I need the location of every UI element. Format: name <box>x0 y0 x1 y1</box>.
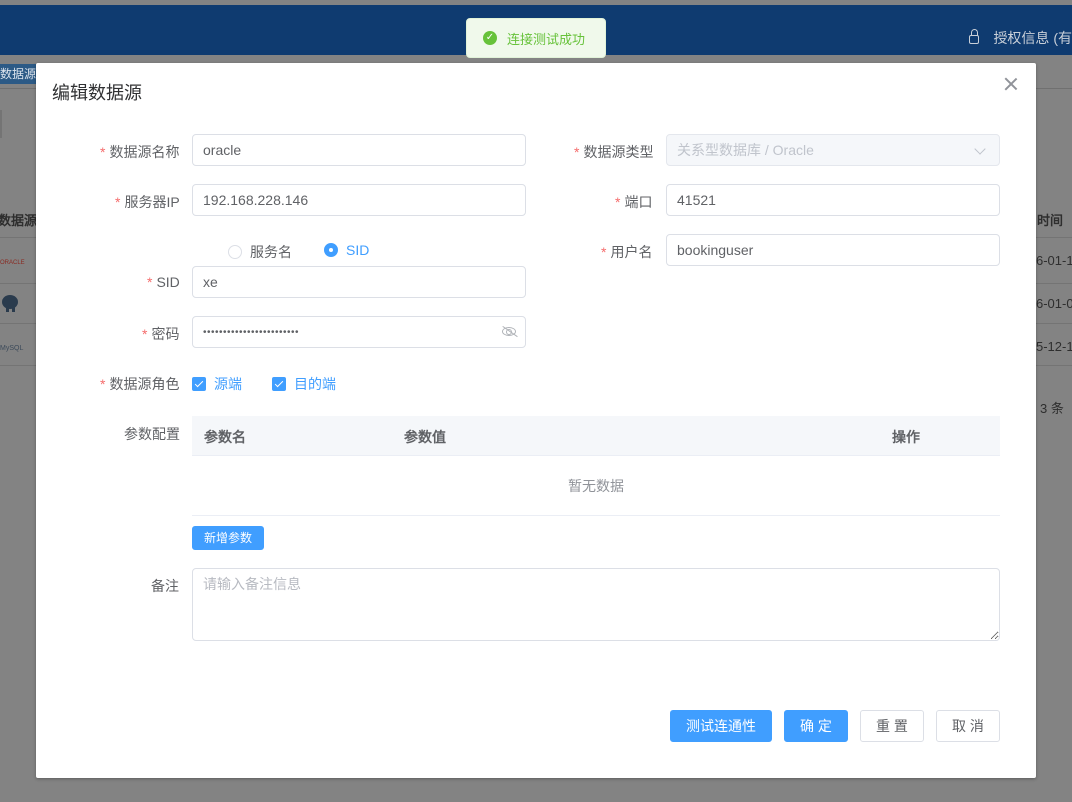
datasource-name-input[interactable] <box>192 134 526 166</box>
username-label: * 用户名 <box>601 244 653 260</box>
background-column-header-time: 时间 <box>1037 213 1064 228</box>
edit-datasource-dialog: 编辑数据源 *数据源名称 *数据源类型 *服务器IP *端口 服务名 SID *… <box>36 63 1036 778</box>
radio-circle <box>228 245 242 259</box>
oracle-logo: ORACLE <box>0 250 30 272</box>
params-table-header: 参数名 参数值 操作 <box>192 416 1000 456</box>
datasource-role-label: * 数据源角色 <box>100 376 180 392</box>
mysql-logo: MySQL <box>0 334 30 356</box>
background-column-header-datasource: 数据源 <box>0 213 38 228</box>
reset-button[interactable]: 重 置 <box>860 710 924 742</box>
tab-datasource[interactable]: 数据源 × <box>0 64 36 84</box>
params-table: 参数名 参数值 操作 暂无数据 <box>192 416 1000 516</box>
server-ip-input[interactable] <box>192 184 526 216</box>
background-row-divider <box>0 283 36 284</box>
datasource-type-label: * 数据源类型 <box>574 144 654 160</box>
svg-text:ORACLE: ORACLE <box>0 260 25 266</box>
server-ip-label: * 服务器IP <box>115 194 180 210</box>
cancel-button[interactable]: 取 消 <box>936 710 1000 742</box>
sid-label: * SID <box>147 274 180 290</box>
checkbox-checked-icon <box>192 377 206 391</box>
radio-service-name[interactable]: 服务名 <box>228 242 292 262</box>
add-param-button[interactable]: 新增参数 <box>192 526 264 550</box>
background-row-divider <box>1036 365 1072 366</box>
datasource-name-label: * 数据源名称 <box>100 144 180 160</box>
column-header-actions: 操作 <box>892 429 920 445</box>
postgresql-logo <box>0 292 30 314</box>
checkbox-checked-icon <box>272 377 286 391</box>
remark-label: 备注 <box>151 578 179 594</box>
username-input[interactable] <box>666 234 1000 266</box>
radio-circle <box>324 243 338 257</box>
success-toast: ✓ 连接测试成功 <box>466 18 606 58</box>
background-time-cell: 6-01-1 <box>1036 253 1072 268</box>
background-divider <box>0 110 2 138</box>
checkbox-source[interactable]: 源端 <box>192 374 242 394</box>
password-input[interactable] <box>192 316 526 348</box>
password-label: * 密码 <box>142 326 180 342</box>
background-row-divider <box>1036 323 1072 324</box>
eye-off-icon[interactable] <box>502 327 516 336</box>
port-input[interactable] <box>666 184 1000 216</box>
toast-message: 连接测试成功 <box>507 31 586 47</box>
background-row-divider <box>1036 237 1072 238</box>
background-table-left <box>0 88 36 802</box>
datasource-type-select <box>666 134 1000 166</box>
port-label: * 端口 <box>615 194 653 210</box>
test-connection-button[interactable]: 测试连通性 <box>670 710 772 742</box>
confirm-button[interactable]: 确 定 <box>784 710 848 742</box>
checkbox-target[interactable]: 目的端 <box>272 374 336 394</box>
background-row-divider <box>0 237 36 238</box>
column-header-param-name: 参数名 <box>204 429 246 445</box>
params-empty-text: 暂无数据 <box>192 456 1000 516</box>
dialog-title: 编辑数据源 <box>52 83 142 103</box>
params-label: 参数配置 <box>124 426 180 442</box>
background-time-cell: 5-12-1 <box>1036 339 1072 354</box>
check-circle-icon: ✓ <box>483 31 497 45</box>
background-row-divider <box>0 323 36 324</box>
sid-input[interactable] <box>192 266 526 298</box>
background-row-divider <box>0 365 36 366</box>
auth-info-link[interactable]: 授权信息 (有 <box>969 28 1072 48</box>
background-table-right <box>1036 88 1072 802</box>
remark-textarea[interactable] <box>192 568 1000 641</box>
column-header-param-value: 参数值 <box>404 429 446 445</box>
svg-text:MySQL: MySQL <box>0 345 23 352</box>
radio-sid[interactable]: SID <box>324 242 369 258</box>
close-icon[interactable] <box>1004 77 1018 91</box>
background-time-cell: 6-01-0 <box>1036 296 1072 311</box>
lock-icon <box>969 29 980 44</box>
background-row-divider <box>1036 283 1072 284</box>
background-total-count: 3 条 <box>1040 401 1064 416</box>
